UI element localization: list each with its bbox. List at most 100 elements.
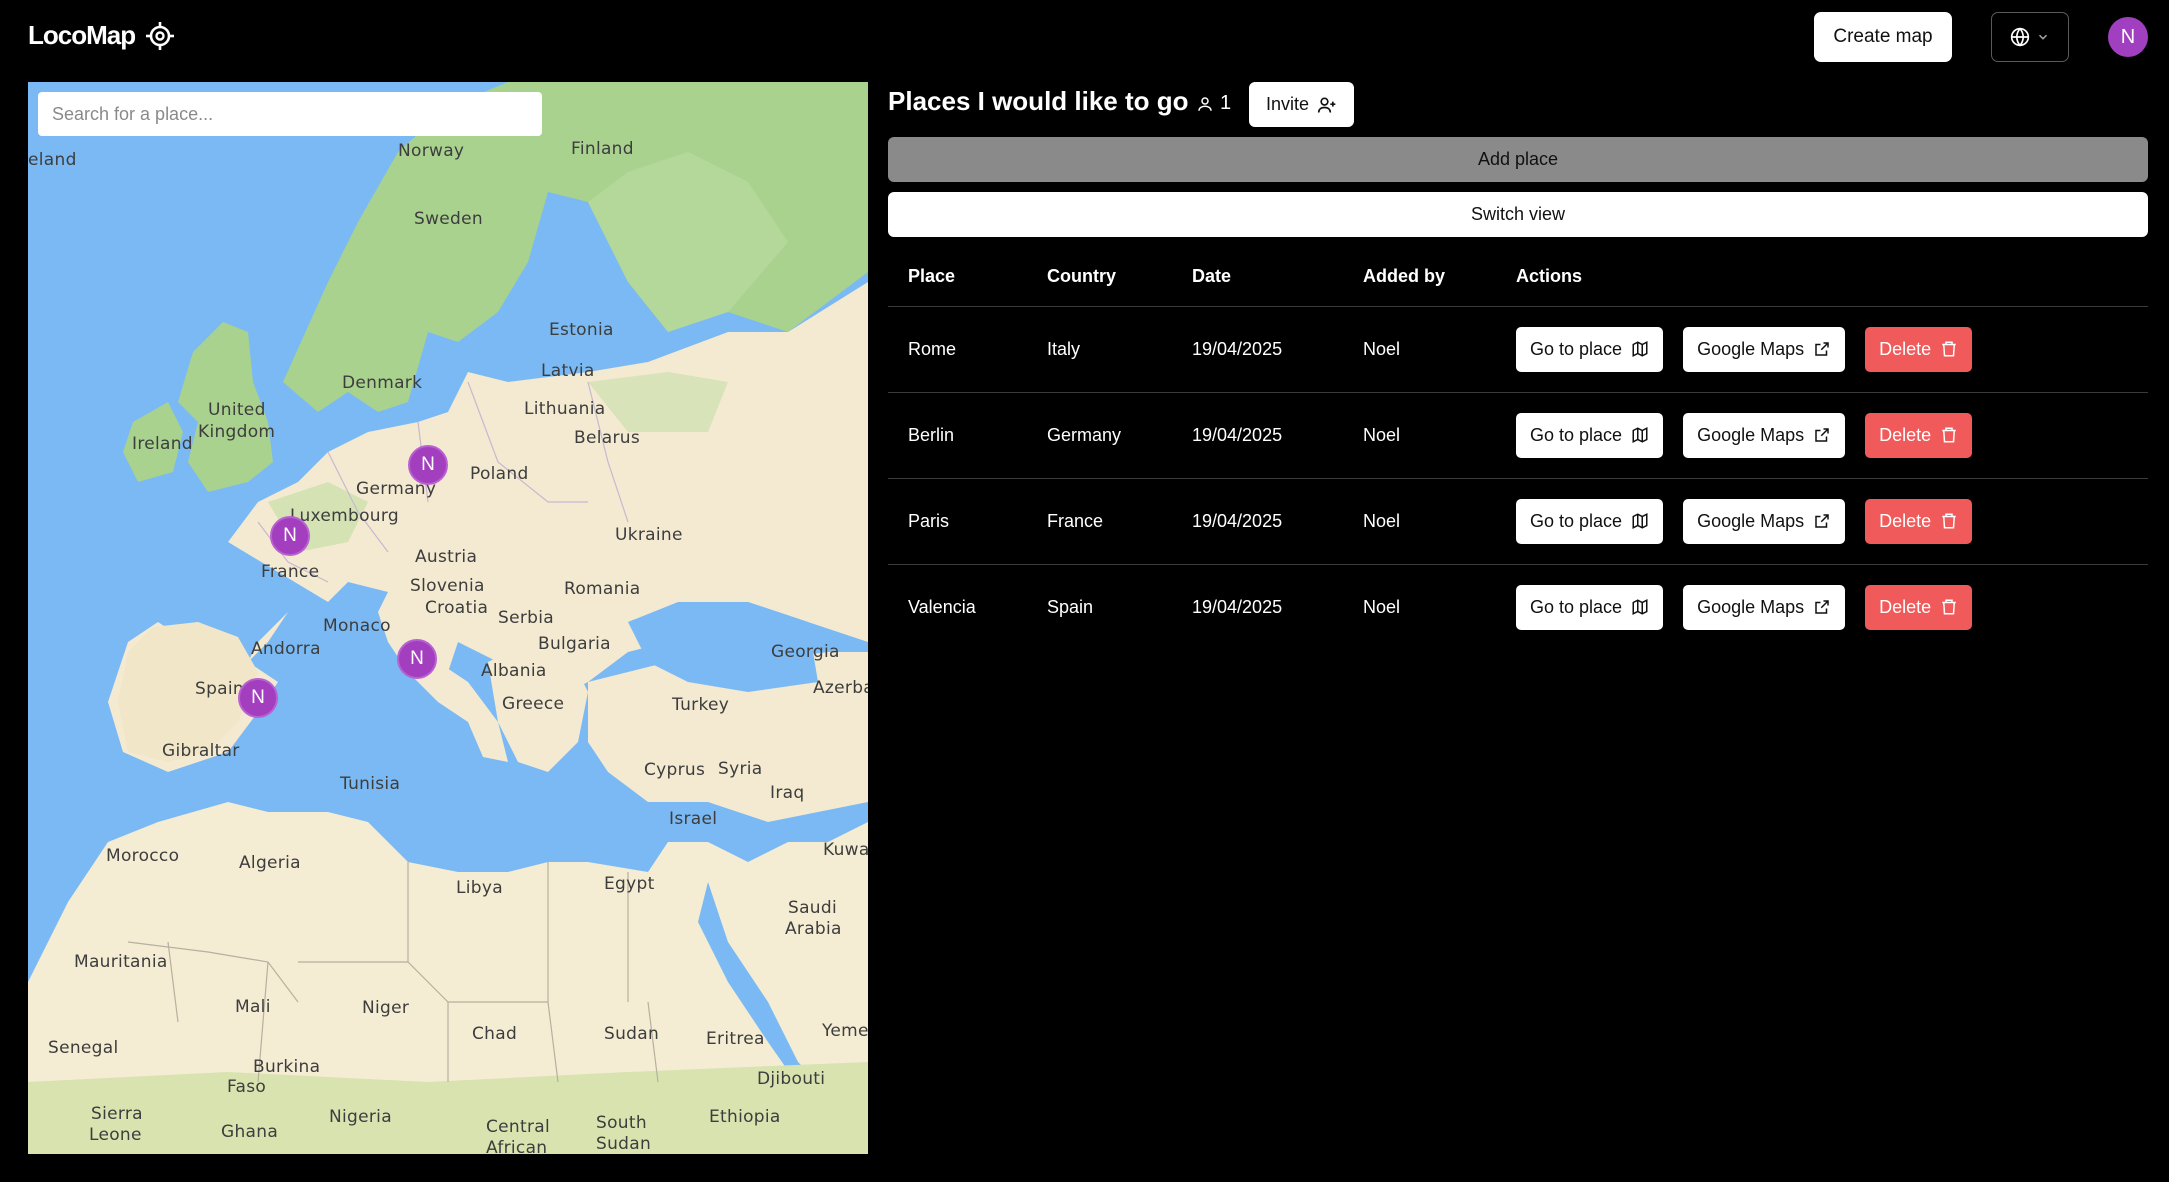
map-label: Morocco bbox=[106, 846, 180, 866]
user-plus-icon bbox=[1317, 97, 1336, 113]
cell-added-by: Noel bbox=[1363, 596, 1401, 617]
member-count[interactable]: 1 bbox=[1196, 92, 1231, 115]
language-selector[interactable] bbox=[1991, 12, 2069, 62]
map-label: Norway bbox=[398, 141, 465, 161]
column-header-date: Date bbox=[1172, 248, 1343, 307]
cell-added-by: Noel bbox=[1343, 392, 1496, 479]
column-header-country: Country bbox=[1027, 248, 1172, 307]
map-label: Libya bbox=[456, 878, 503, 898]
map-label: Mauritania bbox=[74, 952, 168, 972]
cell-country: Spain bbox=[1047, 596, 1094, 617]
app-header: LocoMap Create map N bbox=[0, 0, 2169, 74]
map-label: Eritrea bbox=[706, 1029, 765, 1049]
map-label: Burkina bbox=[253, 1057, 321, 1077]
cell-place: Valencia bbox=[908, 596, 976, 617]
google-maps-label: Google Maps bbox=[1697, 424, 1805, 445]
google-maps-button[interactable]: Google Maps bbox=[1683, 498, 1846, 544]
map-label: Poland bbox=[470, 464, 529, 484]
map-label: Denmark bbox=[342, 373, 423, 393]
cell-date: 19/04/2025 bbox=[1172, 306, 1343, 393]
cell-country: Germany bbox=[1027, 392, 1172, 479]
external-link-icon bbox=[1815, 342, 1829, 356]
map-label: France bbox=[261, 562, 320, 582]
go-to-place-button[interactable]: Go to place bbox=[1516, 412, 1664, 458]
map-label: Algeria bbox=[239, 853, 301, 873]
map-marker-paris[interactable]: N bbox=[270, 516, 310, 556]
google-maps-label: Google Maps bbox=[1697, 510, 1805, 531]
go-to-place-button[interactable]: Go to place bbox=[1516, 498, 1664, 544]
create-map-button[interactable]: Create map bbox=[1814, 12, 1952, 62]
avatar[interactable]: N bbox=[2108, 17, 2148, 57]
map-label: Yeme bbox=[822, 1021, 868, 1041]
map-basemap bbox=[28, 82, 868, 1154]
map-label: Niger bbox=[362, 998, 410, 1018]
map-label: Croatia bbox=[425, 598, 489, 618]
map-label: Chad bbox=[472, 1024, 518, 1044]
invite-label: Invite bbox=[1265, 94, 1310, 114]
switch-view-button[interactable]: Switch view bbox=[888, 192, 2148, 237]
delete-button[interactable]: Delete bbox=[1865, 584, 1973, 630]
map-label: Ethiopia bbox=[709, 1107, 781, 1127]
logo[interactable]: LocoMap bbox=[28, 20, 175, 51]
map-label: Sudan bbox=[596, 1134, 652, 1154]
delete-button[interactable]: Delete bbox=[1865, 412, 1973, 458]
map-label: Serbia bbox=[498, 608, 554, 628]
map-marker-berlin[interactable]: N bbox=[408, 445, 448, 485]
cell-actions: Go to place Google Maps Delete bbox=[1496, 478, 2148, 565]
map-label: Mali bbox=[235, 997, 271, 1017]
map-label: Spain bbox=[195, 679, 244, 699]
column-header-actions: Actions bbox=[1496, 248, 2148, 307]
map-label: Greece bbox=[502, 694, 565, 714]
map-label: Kuwa bbox=[823, 840, 868, 860]
map-marker-valencia[interactable]: N bbox=[238, 678, 278, 718]
map-label: Arabia bbox=[785, 919, 842, 939]
google-maps-button[interactable]: Google Maps bbox=[1683, 326, 1846, 372]
map-label: Azerba bbox=[813, 678, 868, 698]
cell-date: 19/04/2025 bbox=[1172, 478, 1343, 565]
add-place-button[interactable]: Add place bbox=[888, 137, 2148, 182]
cell-actions: Go to place Google Maps Delete bbox=[1496, 392, 2148, 479]
delete-button[interactable]: Delete bbox=[1865, 498, 1973, 544]
map-label: Turkey bbox=[672, 695, 730, 715]
invite-button[interactable]: Invite bbox=[1249, 82, 1354, 127]
chevron-down-icon bbox=[2038, 34, 2048, 40]
map-label: Senegal bbox=[48, 1038, 119, 1058]
map-label: Georgia bbox=[771, 642, 840, 662]
trash-icon bbox=[1942, 513, 1956, 529]
go-to-place-label: Go to place bbox=[1530, 510, 1623, 531]
map-label: Central bbox=[486, 1117, 550, 1137]
table-row: Berlin Germany 19/04/2025 Noel Go to pla… bbox=[888, 392, 2148, 479]
map-label: Cyprus bbox=[644, 760, 706, 780]
user-icon bbox=[1198, 96, 1212, 111]
go-to-place-label: Go to place bbox=[1530, 596, 1623, 617]
map-label: Egypt bbox=[604, 874, 655, 894]
google-maps-label: Google Maps bbox=[1697, 338, 1805, 359]
cell-country: France bbox=[1027, 478, 1172, 565]
map-label: Ireland bbox=[132, 434, 193, 454]
google-maps-button[interactable]: Google Maps bbox=[1683, 584, 1846, 630]
go-to-place-button[interactable]: Go to place bbox=[1516, 326, 1664, 372]
map-label: Austria bbox=[415, 547, 478, 567]
column-header-place: Place bbox=[888, 248, 1027, 307]
table-row: Paris France 19/04/2025 Noel Go to place… bbox=[888, 478, 2148, 565]
page-title: Places I would like to go bbox=[888, 86, 1189, 116]
map-view[interactable]: eland Norway Finland Sweden Estonia Denm… bbox=[28, 82, 868, 1154]
delete-label: Delete bbox=[1879, 338, 1932, 359]
map-label: Bulgaria bbox=[538, 634, 611, 654]
map-label: Ukraine bbox=[615, 525, 683, 545]
map-label: Finland bbox=[571, 139, 634, 159]
delete-label: Delete bbox=[1879, 596, 1932, 617]
cell-added-by: Noel bbox=[1343, 478, 1496, 565]
cell-place: Rome bbox=[888, 306, 1027, 393]
map-label: Leone bbox=[89, 1125, 142, 1145]
map-marker-rome[interactable]: N bbox=[397, 639, 437, 679]
delete-button[interactable]: Delete bbox=[1865, 326, 1973, 372]
map-label: Gibraltar bbox=[162, 741, 240, 761]
map-search-input[interactable] bbox=[38, 92, 542, 136]
crosshair-icon bbox=[146, 21, 175, 50]
go-to-place-button[interactable]: Go to place bbox=[1516, 584, 1664, 630]
map-label: African bbox=[486, 1138, 548, 1154]
google-maps-button[interactable]: Google Maps bbox=[1683, 412, 1846, 458]
cell-date: 19/04/2025 bbox=[1172, 392, 1343, 479]
external-link-icon bbox=[1815, 514, 1829, 528]
